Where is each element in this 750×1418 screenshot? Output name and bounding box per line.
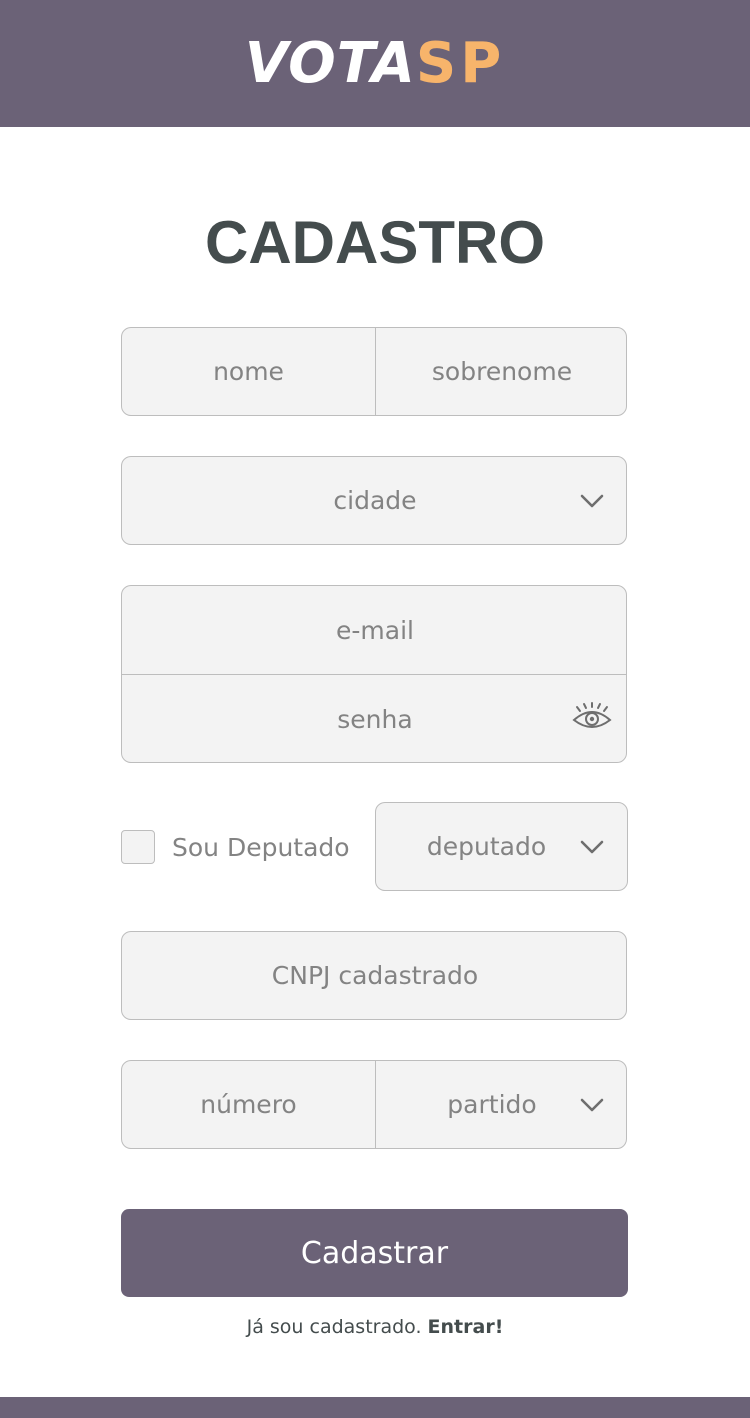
last-name-input[interactable]: sobrenome	[376, 328, 626, 415]
chevron-down-icon	[580, 1098, 604, 1112]
cnpj-input-text: CNPJ cadastrado	[271, 961, 479, 990]
city-select-value: cidade	[333, 486, 417, 515]
register-button[interactable]: Cadastrar	[121, 1209, 628, 1297]
cnpj-input[interactable]: CNPJ cadastrado	[121, 931, 627, 1020]
login-prompt: Já sou cadastrado. Entrar!	[0, 1313, 750, 1341]
deputado-select[interactable]: deputado	[375, 802, 628, 891]
chevron-down-icon	[580, 494, 604, 508]
login-link[interactable]: Entrar!	[428, 1316, 504, 1338]
app-header: VOTASP	[0, 0, 750, 127]
page-title: CADASTRO	[205, 209, 545, 276]
city-select[interactable]: cidade	[121, 456, 627, 545]
email-input[interactable]: e-mail	[122, 586, 626, 674]
name-field-group: nome sobrenome	[121, 327, 627, 416]
deputado-checkbox[interactable]	[121, 830, 155, 864]
eye-icon[interactable]	[572, 702, 612, 732]
number-input[interactable]: número	[122, 1061, 375, 1148]
credentials-field-group: e-mail senha	[121, 585, 627, 763]
logo-text-vota: VOTA	[244, 31, 416, 96]
footer-bar	[0, 1397, 750, 1418]
chevron-down-icon	[580, 840, 604, 854]
logo-text-sp: SP	[415, 31, 506, 96]
password-input[interactable]: senha	[122, 675, 626, 762]
first-name-input[interactable]: nome	[122, 328, 375, 415]
login-prompt-text: Já sou cadastrado.	[246, 1316, 422, 1338]
party-select[interactable]: partido	[376, 1061, 608, 1148]
deputado-checkbox-label[interactable]: Sou Deputado	[172, 830, 350, 866]
votasp-logo[interactable]: VOTASP	[0, 30, 750, 97]
party-field-group: número partido	[121, 1060, 627, 1149]
deputado-select-value: deputado	[426, 832, 547, 861]
